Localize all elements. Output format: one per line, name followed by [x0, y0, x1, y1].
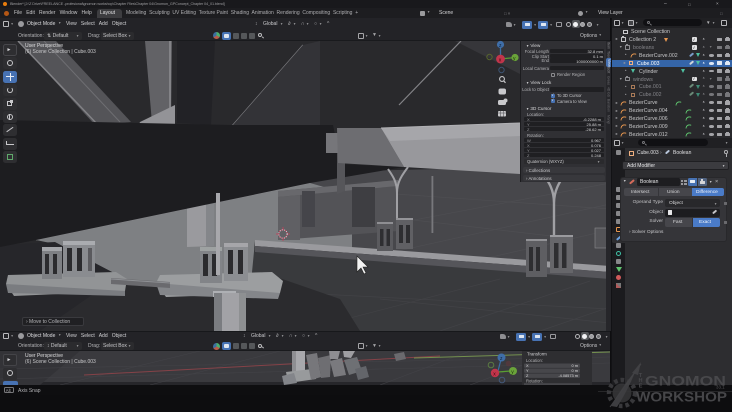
svg-text:WORKSHOP: WORKSHOP [636, 389, 727, 405]
svg-text:Rotation:: Rotation: [526, 378, 543, 383]
svg-text:-4.08573 m: -4.08573 m [558, 373, 578, 378]
svg-text:Transform: Transform [527, 352, 547, 357]
svg-text:33.1: 33.1 [716, 385, 725, 390]
svg-text:x: x [499, 58, 502, 64]
svg-text:GNOMON: GNOMON [645, 373, 726, 389]
